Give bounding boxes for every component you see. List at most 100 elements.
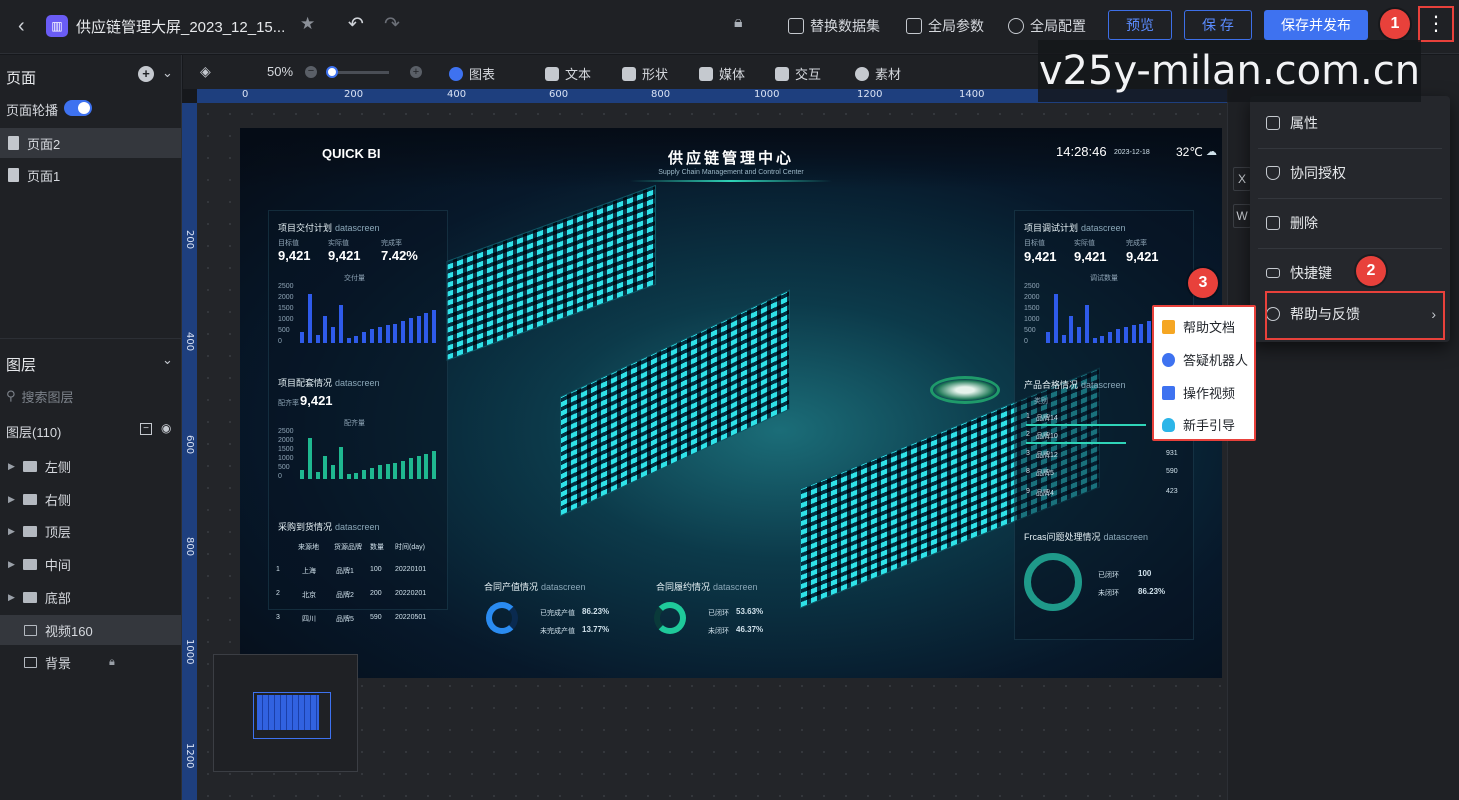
chevron-down-icon[interactable]: ⌄ (162, 352, 173, 368)
menu-item-shortcuts[interactable]: 快捷键 (1266, 260, 1436, 286)
eye-icon[interactable]: ◉ (161, 421, 171, 435)
chart-tool[interactable]: 图表 (449, 64, 495, 83)
star-icon[interactable]: ★ (300, 14, 315, 34)
replace-dataset-button[interactable]: 替换数据集 (788, 16, 880, 36)
redo-icon[interactable]: ↷ (384, 13, 400, 36)
submenu-item-label: 帮助文档 (1183, 320, 1236, 335)
layer-label: 顶层 (44, 524, 71, 540)
caret-right-icon[interactable]: ▶ (8, 461, 15, 472)
collapse-all-icon[interactable]: − (140, 423, 152, 435)
y-axis: 2500 2000 1500 1000 500 0 (278, 428, 298, 490)
layers-icon[interactable]: ◈ (200, 63, 211, 80)
menu-divider (1258, 148, 1442, 149)
caret-right-icon[interactable]: ▶ (8, 559, 15, 570)
layer-item[interactable]: ▶ 中间 (0, 549, 181, 579)
layer-item[interactable]: ▶ 右侧 (0, 484, 181, 514)
cursor-icon (775, 66, 789, 81)
chart-bar (307, 293, 312, 343)
ruler-tick: 800 (651, 89, 671, 100)
save-publish-button[interactable]: 保存并发布 (1264, 10, 1368, 40)
donut-chart (1024, 553, 1082, 611)
carousel-toggle[interactable] (64, 100, 92, 116)
chart-bar (362, 332, 367, 343)
rank-cell: 2 (1026, 431, 1030, 438)
panel-title: 产品合格情况 datascreen (1024, 378, 1126, 391)
layer-item-video[interactable]: 视频160 (0, 615, 181, 645)
layer-search-input[interactable]: ⚲ 搜索图层 (6, 385, 176, 407)
panel-title: 合同履约情况 datascreen (656, 580, 758, 593)
zoom-out-icon[interactable]: − (305, 66, 317, 78)
width-field[interactable]: W (1233, 204, 1251, 228)
submenu-item-guide[interactable]: 新手引导 (1162, 415, 1235, 434)
text-tool[interactable]: 文本 (545, 64, 591, 83)
layer-item-background[interactable]: 背景 🔒︎ (0, 647, 181, 677)
table-cell: 100 (370, 566, 382, 573)
save-button[interactable]: 保 存 (1184, 10, 1252, 40)
more-vertical-icon[interactable]: ⋮ (1418, 6, 1454, 42)
kpi-value: 9,421 (1126, 249, 1159, 264)
donut-value: 53.63% (736, 607, 764, 616)
menu-item-properties[interactable]: 属性 (1266, 110, 1436, 136)
lock-icon[interactable]: 🔒︎ (734, 14, 750, 34)
table-cell: 品牌2 (336, 592, 354, 599)
shape-tool[interactable]: 形状 (622, 64, 668, 83)
zoom-slider[interactable] (325, 66, 389, 78)
y-tick: 1000 (278, 455, 294, 462)
submenu-item-video[interactable]: 操作视频 (1162, 383, 1235, 402)
material-tool[interactable]: 素材 (855, 64, 901, 83)
caret-right-icon[interactable]: ▶ (8, 494, 15, 505)
clock-date: 2023-12-18 (1114, 149, 1150, 156)
video-icon (1162, 385, 1175, 400)
page-icon (8, 168, 19, 182)
submenu-item-robot[interactable]: 答疑机器人 (1162, 350, 1248, 369)
left-panel: 页面 + ⌄ 页面轮播 页面2 页面1 图层 ⌄ ⚲ 搜索图层 图层(110) −… (0, 55, 182, 800)
minimap-viewport[interactable] (253, 692, 331, 739)
chevron-down-icon[interactable]: ⌄ (162, 65, 173, 81)
chart-bar (377, 326, 382, 343)
panel-title-text: 合同履约情况 (656, 582, 711, 592)
caret-right-icon[interactable]: ▶ (8, 526, 15, 537)
rank-bar (1026, 424, 1146, 426)
zoom-slider-knob[interactable] (325, 66, 338, 78)
menu-item-delete[interactable]: 删除 (1266, 210, 1436, 236)
page-item-1[interactable]: 页面1 (0, 160, 181, 190)
chart-bar (1084, 304, 1089, 343)
chart-bar (1139, 323, 1144, 343)
ruler-tick: 800 (184, 537, 195, 557)
panel-title: 采购到货情况 datascreen (278, 520, 380, 533)
page-item-2[interactable]: 页面2 (0, 128, 181, 158)
table-header: 货源品牌 (334, 544, 362, 551)
preview-button[interactable]: 预览 (1108, 10, 1172, 40)
chart-bar (370, 329, 374, 343)
global-params-button[interactable]: 全局参数 (906, 16, 984, 36)
layer-item[interactable]: ▶ 顶层 (0, 516, 181, 546)
menu-item-collab[interactable]: 协同授权 (1266, 160, 1436, 186)
chart-bar (323, 315, 328, 343)
bar-chart-1 (300, 288, 440, 343)
chart-bar (385, 464, 390, 479)
canvas-minimap[interactable] (213, 654, 358, 772)
dashboard-screen[interactable]: QUICK BI 供应链管理中心 Supply Chain Management… (240, 128, 1222, 678)
caret-right-icon[interactable]: ▶ (8, 592, 15, 603)
search-placeholder: 搜索图层 (21, 389, 74, 405)
donut-label: 未闭环 (1098, 590, 1119, 597)
dashboard-title[interactable]: 供应链管理大屏_2023_12_15... (76, 16, 285, 37)
chart-bar (424, 453, 429, 479)
submenu-item-docs[interactable]: 帮助文档 (1162, 317, 1235, 336)
zoom-in-icon[interactable]: + (410, 66, 422, 78)
media-tool[interactable]: 媒体 (699, 64, 745, 83)
lock-icon[interactable]: 🔒︎ (109, 656, 115, 669)
y-tick: 500 (278, 327, 290, 334)
x-field[interactable]: X (1233, 167, 1251, 191)
add-page-icon[interactable]: + (138, 66, 154, 82)
layer-item[interactable]: ▶ 左侧 (0, 451, 181, 481)
interact-tool[interactable]: 交互 (775, 64, 821, 83)
global-config-button[interactable]: 全局配置 (1008, 16, 1086, 36)
back-chevron-icon[interactable]: ‹ (18, 14, 38, 38)
undo-icon[interactable]: ↶ (348, 13, 364, 36)
menu-item-label: 删除 (1290, 215, 1318, 231)
layer-item[interactable]: ▶ 底部 (0, 582, 181, 612)
table-cell: 北京 (302, 592, 316, 599)
panel-title-en: datascreen (1081, 223, 1126, 233)
building-graphic (446, 184, 656, 362)
